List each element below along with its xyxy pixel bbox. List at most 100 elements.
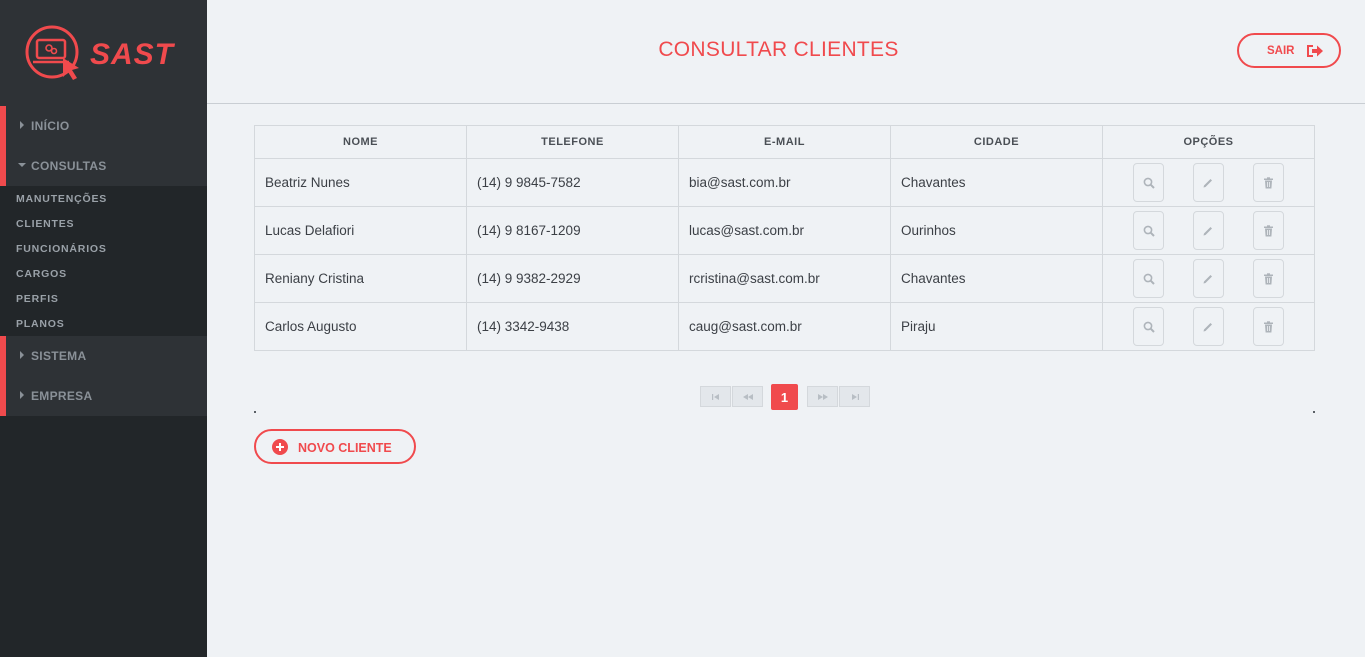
- column-header-opcoes: OPÇÕES: [1102, 125, 1315, 159]
- trash-icon: [1263, 320, 1274, 333]
- table-row: Carlos Augusto (14) 3342-9438 caug@sast.co…: [254, 302, 1315, 351]
- sidebar-subitem-planos[interactable]: PLANOS: [16, 318, 65, 330]
- cell-cidade: Piraju: [890, 302, 1103, 351]
- cell-opcoes: [1102, 302, 1315, 351]
- brand-name: SAST: [90, 38, 175, 71]
- search-icon: [1143, 225, 1155, 237]
- clients-table-wrap: NOME TELEFONE E-MAIL CIDADE OPÇÕES Beatr…: [254, 125, 1315, 351]
- sidebar-subitem-clientes[interactable]: CLIENTES: [16, 218, 74, 230]
- next-page-button[interactable]: [807, 386, 838, 407]
- table-row: Lucas Delafiori (14) 9 8167-1209 lucas@sas…: [254, 206, 1315, 255]
- first-page-button[interactable]: [700, 386, 731, 407]
- cell-cidade: Ourinhos: [890, 206, 1103, 255]
- delete-button[interactable]: [1252, 259, 1284, 298]
- divider-dot: [254, 411, 256, 413]
- cell-email: bia@sast.com.br: [678, 158, 891, 207]
- cell-telefone: (14) 3342-9438: [466, 302, 679, 351]
- pencil-icon: [1202, 273, 1214, 285]
- cell-cidade: Chavantes: [890, 254, 1103, 303]
- edit-button[interactable]: [1192, 211, 1224, 250]
- cell-telefone: (14) 9 8167-1209: [466, 206, 679, 255]
- row-actions: [1103, 163, 1314, 202]
- sidebar: SAST INÍCIO CONSULTAS MANUTENÇÕES CLIENT…: [0, 0, 207, 657]
- trash-icon: [1263, 224, 1274, 237]
- sidebar-subitem-cargos[interactable]: CARGOS: [16, 268, 67, 280]
- table-row: Reniany Cristina (14) 9 9382-2929 rcristin…: [254, 254, 1315, 303]
- cell-nome: Carlos Augusto: [254, 302, 467, 351]
- cell-opcoes: [1102, 254, 1315, 303]
- trash-icon: [1263, 176, 1274, 189]
- delete-button[interactable]: [1252, 163, 1284, 202]
- row-actions: [1103, 307, 1314, 346]
- caret-right-icon: [20, 391, 24, 399]
- sidebar-item-label: SISTEMA: [31, 349, 87, 363]
- consultas-submenu: MANUTENÇÕES CLIENTES FUNCIONÁRIOS CARGOS…: [0, 186, 207, 336]
- plus-circle-icon: [272, 439, 288, 455]
- logo-icon: [25, 25, 79, 80]
- divider-dot: [1313, 411, 1315, 413]
- table-header-row: NOME TELEFONE E-MAIL CIDADE OPÇÕES: [254, 125, 1315, 159]
- cell-email: lucas@sast.com.br: [678, 206, 891, 255]
- logout-label: SAIR: [1267, 45, 1295, 57]
- new-client-label: NOVO CLIENTE: [298, 441, 392, 455]
- sidebar-subitem-funcionarios[interactable]: FUNCIONÁRIOS: [16, 243, 107, 255]
- delete-button[interactable]: [1252, 211, 1284, 250]
- first-page-icon: [711, 393, 719, 400]
- last-page-icon: [851, 393, 859, 400]
- column-header-telefone[interactable]: TELEFONE: [466, 125, 679, 159]
- sidebar-subitem-manutencoes[interactable]: MANUTENÇÕES: [16, 193, 107, 205]
- sidebar-item-empresa[interactable]: EMPRESA: [0, 376, 207, 416]
- cell-email: rcristina@sast.com.br: [678, 254, 891, 303]
- sidebar-item-sistema[interactable]: SISTEMA: [0, 336, 207, 376]
- caret-down-icon: [18, 163, 26, 167]
- cell-telefone: (14) 9 9845-7582: [466, 158, 679, 207]
- cell-nome: Reniany Cristina: [254, 254, 467, 303]
- pencil-icon: [1202, 321, 1214, 333]
- previous-page-icon: [742, 393, 753, 400]
- edit-button[interactable]: [1192, 307, 1224, 346]
- logo-area: SAST: [0, 0, 207, 106]
- previous-page-button[interactable]: [732, 386, 763, 407]
- header: CONSULTAR CLIENTES SAIR: [207, 0, 1365, 104]
- cell-opcoes: [1102, 158, 1315, 207]
- column-header-cidade[interactable]: CIDADE: [890, 125, 1103, 159]
- cell-nome: Beatriz Nunes: [254, 158, 467, 207]
- cell-email: caug@sast.com.br: [678, 302, 891, 351]
- table-row: Beatriz Nunes (14) 9 9845-7582 bia@sast.co…: [254, 158, 1315, 207]
- search-icon: [1143, 273, 1155, 285]
- row-actions: [1103, 259, 1314, 298]
- delete-button[interactable]: [1252, 307, 1284, 346]
- view-button[interactable]: [1133, 307, 1165, 346]
- sidebar-item-label: CONSULTAS: [31, 159, 107, 173]
- row-actions: [1103, 211, 1314, 250]
- caret-right-icon: [20, 351, 24, 359]
- new-client-button[interactable]: NOVO CLIENTE: [254, 429, 416, 464]
- page-title: CONSULTAR CLIENTES: [658, 38, 899, 61]
- column-header-nome[interactable]: NOME: [254, 125, 467, 159]
- sidebar-subitem-perfis[interactable]: PERFIS: [16, 293, 59, 305]
- search-icon: [1143, 177, 1155, 189]
- column-header-email[interactable]: E-MAIL: [678, 125, 891, 159]
- logout-button[interactable]: SAIR: [1237, 33, 1341, 68]
- cell-nome: Lucas Delafiori: [254, 206, 467, 255]
- cell-opcoes: [1102, 206, 1315, 255]
- cell-cidade: Chavantes: [890, 158, 1103, 207]
- pencil-icon: [1202, 177, 1214, 189]
- sidebar-item-label: EMPRESA: [31, 389, 93, 403]
- edit-button[interactable]: [1192, 163, 1224, 202]
- cell-telefone: (14) 9 9382-2929: [466, 254, 679, 303]
- clients-table: NOME TELEFONE E-MAIL CIDADE OPÇÕES Beatr…: [254, 125, 1315, 351]
- view-button[interactable]: [1133, 259, 1165, 298]
- search-icon: [1143, 321, 1155, 333]
- next-page-icon: [817, 393, 828, 400]
- sidebar-item-inicio[interactable]: INÍCIO: [0, 106, 207, 146]
- sign-out-icon: [1307, 45, 1323, 57]
- sidebar-item-consultas[interactable]: CONSULTAS: [0, 146, 207, 186]
- edit-button[interactable]: [1192, 259, 1224, 298]
- page-number-current[interactable]: 1: [771, 384, 798, 410]
- view-button[interactable]: [1133, 211, 1165, 250]
- view-button[interactable]: [1133, 163, 1165, 202]
- last-page-button[interactable]: [839, 386, 870, 407]
- sidebar-item-label: INÍCIO: [31, 119, 70, 133]
- caret-right-icon: [20, 121, 24, 129]
